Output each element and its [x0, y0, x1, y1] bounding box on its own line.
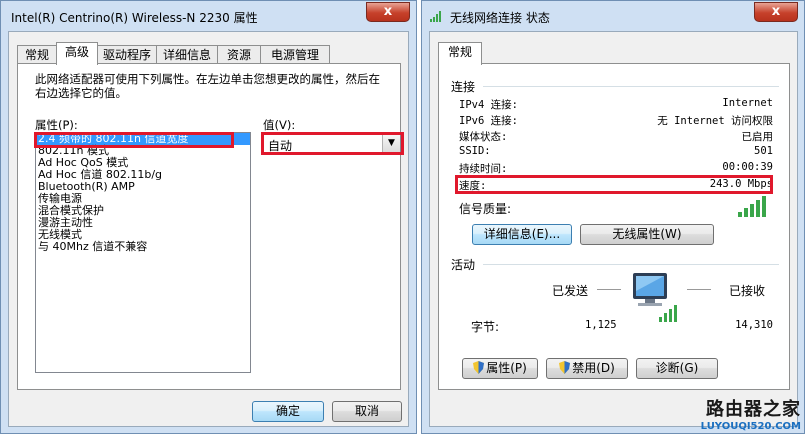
tab-driver[interactable]: 驱动程序 [97, 45, 157, 64]
shield-icon [473, 361, 485, 374]
shield-icon [559, 361, 571, 374]
ssid-value: 501 [754, 145, 773, 157]
bytes-received-value: 14,310 [735, 319, 773, 331]
tab-details[interactable]: 详细信息 [156, 45, 218, 64]
tab-general[interactable]: 常规 [438, 42, 482, 65]
description-text: 此网络适配器可使用下列属性。在左边单击您想更改的属性，然后在右边选择它的值。 [35, 72, 380, 100]
tab-resources[interactable]: 资源 [217, 45, 261, 64]
watermark-url: LUYOUQI520.COM [700, 421, 801, 432]
wireless-properties-button[interactable]: 无线属性(W) [580, 224, 714, 245]
adapter-properties-window: Intel(R) Centrino(R) Wireless-N 2230 属性 … [0, 0, 417, 434]
media-state-label: 媒体状态: [459, 131, 508, 143]
site-watermark: 路由器之家 LUYOUQI520.COM [701, 395, 801, 432]
duration-label: 持续时间: [459, 163, 508, 175]
disable-button-label: 禁用(D) [572, 361, 615, 375]
connection-heading: 连接 [451, 80, 476, 94]
disable-button[interactable]: 禁用(D) [546, 358, 628, 379]
title-bar[interactable]: Intel(R) Centrino(R) Wireless-N 2230 属性 … [1, 1, 416, 31]
sent-label: 已发送 [552, 284, 589, 298]
properties-button[interactable]: 属性(P) [462, 358, 538, 379]
highlight-box-property [34, 132, 234, 148]
properties-button-label: 属性(P) [486, 361, 527, 375]
divider [483, 264, 779, 265]
value-label: 值(V): [263, 118, 296, 132]
ipv4-value: Internet [722, 97, 773, 109]
divider [483, 86, 779, 87]
details-button[interactable]: 详细信息(E)... [472, 224, 572, 245]
duration-value: 00:00:39 [722, 161, 773, 173]
dialog-body: 常规 高级 驱动程序 详细信息 资源 电源管理 此网络适配器可使用下列属性。在左… [8, 31, 409, 427]
property-list[interactable]: 2.4 频带的 802.11n 信道宽度 802.11n 模式 Ad Hoc Q… [35, 132, 251, 373]
ssid-label: SSID: [459, 145, 491, 157]
wireless-network-icon [430, 11, 441, 22]
signal-quality-label: 信号质量: [459, 202, 512, 216]
wireless-status-window: 无线网络连接 状态 x 常规 连接 IPv4 连接: Internet IPv6… [421, 0, 805, 434]
divider [597, 289, 621, 290]
activity-heading: 活动 [451, 258, 476, 272]
list-item[interactable]: 与 40Mhz 信道不兼容 [36, 241, 250, 253]
window-title: Intel(R) Centrino(R) Wireless-N 2230 属性 [11, 11, 258, 25]
ipv6-label: IPv6 连接: [459, 115, 518, 127]
tab-advanced[interactable]: 高级 [56, 42, 98, 65]
window-title: 无线网络连接 状态 [450, 11, 550, 25]
close-button[interactable]: x [366, 2, 410, 22]
diagnose-button[interactable]: 诊断(G) [636, 358, 718, 379]
advanced-tab-panel: 此网络适配器可使用下列属性。在左边单击您想更改的属性，然后在右边选择它的值。 属… [17, 63, 404, 390]
signal-strength-icon [738, 196, 766, 217]
media-state-value: 已启用 [741, 131, 774, 143]
close-button[interactable]: x [754, 2, 798, 22]
network-computer-icon [633, 273, 677, 322]
ok-button[interactable]: 确定 [252, 401, 324, 422]
tab-general[interactable]: 常规 [17, 45, 57, 64]
ipv4-label: IPv4 连接: [459, 99, 518, 111]
tab-power-management[interactable]: 电源管理 [260, 45, 330, 64]
divider [687, 289, 711, 290]
received-label: 已接收 [729, 284, 766, 298]
dialog-body: 常规 连接 IPv4 连接: Internet IPv6 连接: 无 Inter… [429, 31, 798, 427]
title-bar[interactable]: 无线网络连接 状态 x [422, 1, 804, 31]
highlight-box-speed [455, 175, 773, 194]
bytes-sent-value: 1,125 [585, 319, 617, 331]
general-tab-panel: 连接 IPv4 连接: Internet IPv6 连接: 无 Internet… [438, 63, 790, 390]
property-label: 属性(P): [35, 118, 78, 132]
watermark-title: 路由器之家 [706, 399, 801, 420]
ipv6-value: 无 Internet 访问权限 [657, 115, 773, 127]
cancel-button[interactable]: 取消 [332, 401, 402, 422]
bytes-label: 字节: [471, 320, 500, 334]
highlight-box-value [261, 132, 404, 155]
